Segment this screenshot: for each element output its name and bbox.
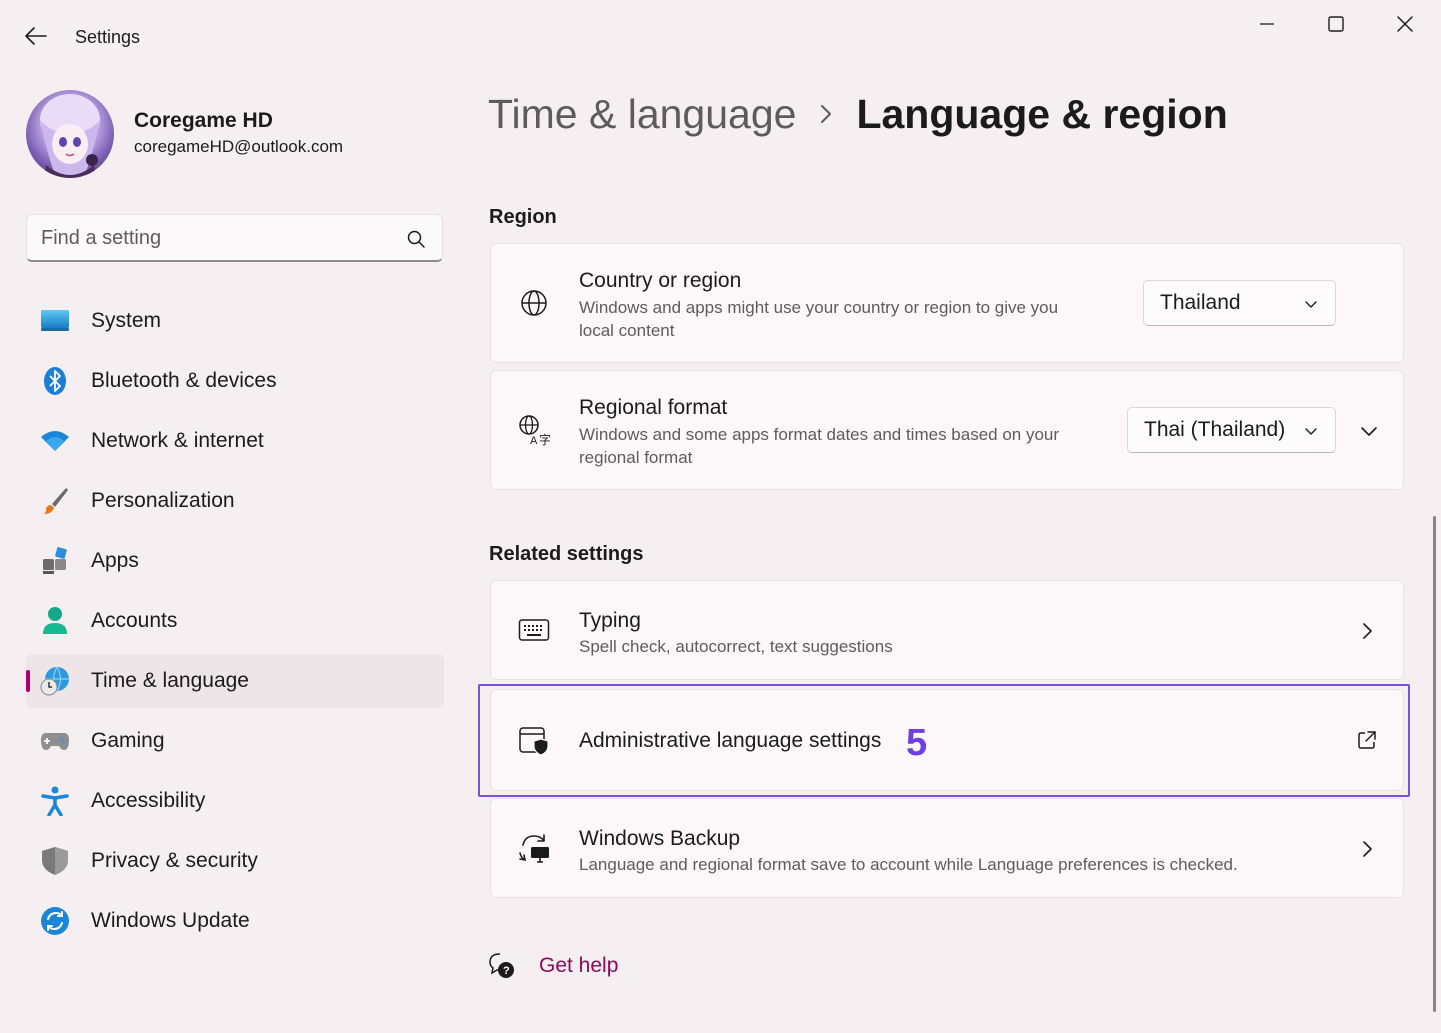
backup-sync-icon (517, 831, 551, 865)
accounts-icon (40, 607, 70, 635)
sidebar-item-accounts[interactable]: Accounts (26, 594, 444, 648)
sidebar-item-label: Network & internet (91, 429, 264, 452)
sidebar-item-label: Accessibility (91, 789, 206, 812)
globe-icon (517, 286, 551, 320)
svg-text:?: ? (503, 965, 510, 977)
section-label-related: Related settings (489, 543, 644, 565)
sidebar-item-windows-update[interactable]: Windows Update (26, 894, 444, 948)
minimize-button[interactable] (1245, 8, 1289, 40)
search-box[interactable] (26, 214, 443, 262)
back-arrow-icon (25, 27, 47, 45)
sidebar-item-label: Accounts (91, 609, 178, 632)
sidebar-item-label: Apps (91, 549, 139, 572)
sidebar-item-time-language[interactable]: Time & language (26, 654, 444, 708)
close-button[interactable] (1383, 8, 1427, 40)
sidebar-item-accessibility[interactable]: Accessibility (26, 774, 444, 828)
sidebar-item-label: Personalization (91, 489, 235, 512)
external-link-icon (1358, 731, 1376, 749)
administrative-language-card[interactable]: Administrative language settings (490, 689, 1404, 791)
card-title: Windows Backup (579, 827, 741, 850)
shield-icon (40, 847, 70, 875)
country-region-card: Country or region Windows and apps might… (490, 243, 1404, 363)
sidebar-item-system[interactable]: System (26, 294, 444, 348)
card-title: Country or region (579, 269, 742, 292)
profile-email: coregameHD@outlook.com (134, 137, 344, 156)
system-icon (40, 307, 70, 335)
user-profile[interactable]: Coregame HD coregameHD@outlook.com (26, 90, 446, 178)
chevron-down-icon (1305, 301, 1317, 308)
svg-text:字: 字 (539, 432, 550, 446)
card-description-line2: local content (579, 321, 675, 340)
sidebar-item-label: Windows Update (91, 909, 250, 932)
windows-backup-card[interactable]: Windows Backup Language and regional for… (490, 798, 1404, 898)
accessibility-icon (40, 786, 70, 816)
active-indicator (26, 670, 30, 692)
card-title: Regional format (579, 396, 728, 419)
avatar[interactable] (26, 90, 114, 178)
title-bar: Settings (0, 0, 1441, 72)
get-help-label[interactable]: Get help (539, 954, 618, 978)
profile-name: Coregame HD (134, 109, 273, 132)
bluetooth-icon (40, 367, 70, 395)
sidebar-item-label: Privacy & security (91, 849, 258, 872)
regional-format-dropdown[interactable]: Thai (Thailand) (1127, 407, 1336, 453)
help-chat-icon: ? (489, 953, 514, 978)
chevron-down-icon (1305, 428, 1317, 435)
card-title: Administrative language settings (579, 729, 882, 752)
wifi-icon (40, 427, 70, 455)
back-button[interactable] (20, 20, 52, 52)
section-label-region: Region (489, 206, 557, 228)
get-help-link[interactable]: ? Get help (488, 950, 618, 982)
chevron-right-icon (796, 94, 856, 134)
search-icon[interactable] (406, 229, 426, 249)
breadcrumb: Time & language Language & region (488, 86, 1228, 142)
country-dropdown[interactable]: Thailand (1143, 280, 1336, 326)
page-title: Language & region (856, 90, 1228, 137)
admin-shield-window-icon (517, 724, 551, 758)
regional-format-card[interactable]: A字 Regional format Windows and some apps… (490, 370, 1404, 490)
update-icon (40, 907, 70, 935)
avatar-image (40, 94, 100, 178)
dropdown-value: Thai (Thailand) (1144, 418, 1286, 441)
chevron-right-icon (1363, 623, 1372, 639)
sidebar-item-network[interactable]: Network & internet (26, 414, 444, 468)
sidebar-item-apps[interactable]: Apps (26, 534, 444, 588)
search-input[interactable] (41, 223, 381, 253)
gamepad-icon (40, 727, 70, 755)
app-title: Settings (75, 27, 141, 47)
sidebar-item-gaming[interactable]: Gaming (26, 714, 444, 768)
close-icon (1397, 16, 1413, 32)
annotation-step-number: 5 (906, 722, 928, 764)
sidebar-item-privacy[interactable]: Privacy & security (26, 834, 444, 888)
expand-chevron-icon[interactable] (1359, 421, 1379, 441)
card-description-line2: regional format (579, 448, 693, 467)
sidebar-item-label: Gaming (91, 729, 165, 752)
dropdown-value: Thailand (1160, 291, 1241, 314)
card-description: Spell check, autocorrect, text suggestio… (579, 637, 893, 656)
typing-card[interactable]: Typing Spell check, autocorrect, text su… (490, 580, 1404, 680)
sidebar-item-personalization[interactable]: Personalization (26, 474, 444, 528)
language-format-icon: A字 (517, 413, 551, 447)
card-description: Language and regional format save to acc… (579, 855, 1238, 874)
sidebar-nav: System Bluetooth & devices Network & int… (26, 294, 444, 954)
maximize-icon (1328, 16, 1344, 32)
time-language-icon (40, 666, 70, 696)
keyboard-icon (517, 613, 551, 647)
breadcrumb-parent[interactable]: Time & language (488, 91, 796, 138)
card-description-line1: Windows and apps might use your country … (579, 298, 1059, 317)
minimize-icon (1260, 23, 1274, 25)
brush-icon (40, 487, 70, 515)
sidebar-item-label: Bluetooth & devices (91, 369, 277, 392)
card-description-line1: Windows and some apps format dates and t… (579, 425, 1060, 444)
sidebar-item-label: Time & language (91, 669, 249, 692)
scrollbar[interactable] (1433, 516, 1436, 1012)
apps-icon (40, 547, 70, 575)
card-title: Typing (579, 609, 641, 632)
maximize-button[interactable] (1314, 8, 1358, 40)
svg-text:A: A (530, 435, 538, 446)
chevron-right-icon (1363, 841, 1372, 857)
sidebar-item-bluetooth[interactable]: Bluetooth & devices (26, 354, 444, 408)
sidebar-item-label: System (91, 309, 162, 332)
